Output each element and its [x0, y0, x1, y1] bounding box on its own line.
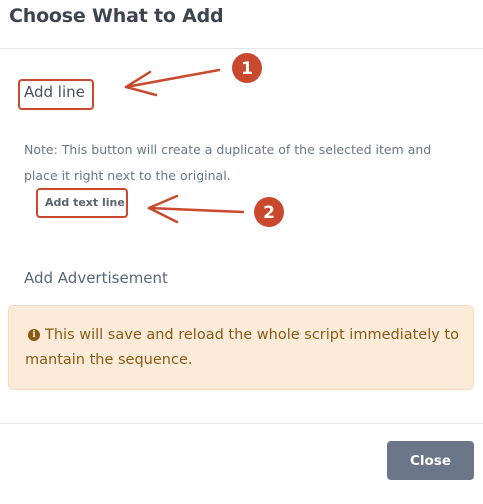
annotation-badge-2: 2 — [254, 197, 284, 227]
choose-what-to-add-modal: Choose What to Add Add line Note: This b… — [0, 0, 483, 503]
annotation-badge-1: 1 — [232, 53, 262, 83]
annotation-arrow-1 — [124, 68, 221, 97]
annotation-arrow-2 — [147, 194, 245, 224]
badge-2-number: 2 — [263, 203, 275, 223]
annotation-layer: 1 2 — [124, 53, 284, 227]
badge-1-number: 1 — [241, 59, 253, 79]
